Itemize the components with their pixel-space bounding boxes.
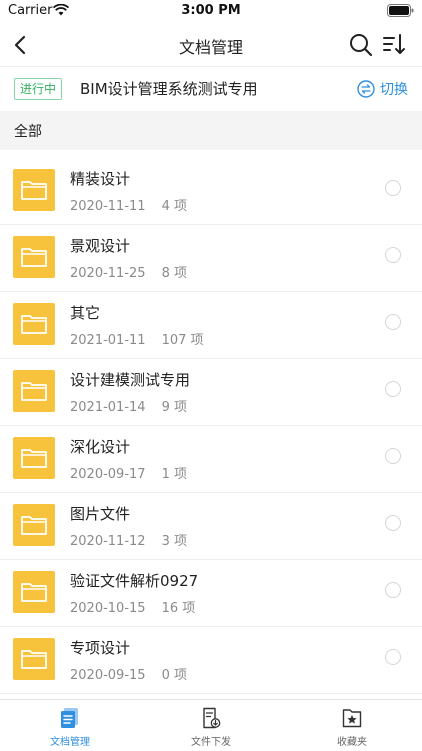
folder-icon [13,504,55,546]
folder-list-item[interactable]: 景观设计 2020-11-25 8 项 [0,225,422,292]
folder-name: 精装设计 [70,170,131,188]
tab-file-distribution[interactable]: 文件下发 [141,700,281,751]
select-radio[interactable] [385,180,401,196]
folder-icon [13,437,55,479]
folder-icon [13,370,55,412]
tab-label: 文件下发 [191,737,231,748]
sort-filter-icon[interactable] [381,32,407,58]
clock: 3:00 PM [181,3,241,18]
filter-bar[interactable]: 全部 [0,111,422,150]
switch-project-button[interactable]: 切换 [357,78,408,100]
select-radio[interactable] [385,314,401,330]
project-name: BIM设计管理系统测试专用 [80,80,258,98]
folder-list-item[interactable]: 验证文件解析0927 2020-10-15 16 项 [0,560,422,627]
navigation-bar: 文档管理 [0,24,422,67]
folder-icon [13,303,55,345]
folder-list-item[interactable]: 其它 2021-01-11 107 项 [0,292,422,359]
folder-item-count: 8 项 [161,266,187,281]
folder-item-count: 3 项 [161,534,187,549]
favorites-star-icon [342,709,362,728]
tab-label: 收藏夹 [337,737,367,748]
folder-item-count: 107 项 [161,333,204,348]
file-download-icon [203,707,221,729]
folder-list[interactable]: 精装设计 2020-11-11 4 项 景观设计 2020-11-25 8 项 其它… [0,158,422,698]
folder-list-item[interactable]: 设计建模测试专用 2021-01-14 9 项 [0,359,422,426]
project-bar: 进行中 BIM设计管理系统测试专用 切换 [0,67,422,111]
select-radio[interactable] [385,247,401,263]
folder-name: 专项设计 [70,639,131,657]
folder-meta: 2021-01-14 9 项 [70,396,187,415]
select-radio[interactable] [385,448,401,464]
folder-list-item[interactable]: 深化设计 2020-09-17 1 项 [0,426,422,493]
folder-date: 2020-09-17 [70,467,146,482]
battery-icon [387,4,414,17]
folder-item-count: 0 项 [161,668,187,683]
folder-name: 设计建模测试专用 [70,371,191,389]
tab-label: 文档管理 [50,737,90,748]
back-arrow-icon[interactable] [8,30,34,60]
folder-item-count: 1 项 [161,467,187,482]
folder-date: 2020-10-15 [70,601,146,616]
select-radio[interactable] [385,381,401,397]
project-status-badge: 进行中 [14,78,63,100]
folder-icon [13,638,55,680]
switch-arrows-icon [357,80,375,98]
folder-date: 2020-11-12 [70,534,146,549]
folder-meta: 2020-11-25 8 项 [70,262,187,281]
folder-name: 其它 [70,304,101,322]
select-radio[interactable] [385,582,401,598]
folder-name: 深化设计 [70,438,131,456]
tab-document-management[interactable]: 文档管理 [0,700,140,751]
folder-date: 2021-01-14 [70,400,146,415]
folder-name: 验证文件解析0927 [70,572,199,590]
folder-item-count: 4 项 [161,199,187,214]
filter-all-label: 全部 [14,124,42,140]
folder-date: 2020-09-15 [70,668,146,683]
document-list-icon [61,708,78,728]
folder-date: 2021-01-11 [70,333,146,348]
folder-meta: 2020-10-15 16 项 [70,597,195,616]
select-radio[interactable] [385,515,401,531]
select-radio[interactable] [385,649,401,665]
folder-meta: 2021-01-11 107 项 [70,329,204,348]
folder-item-count: 16 项 [161,601,196,616]
search-icon[interactable] [347,31,375,59]
tab-favorites[interactable]: 收藏夹 [282,700,422,751]
folder-date: 2020-11-25 [70,266,146,281]
folder-meta: 2020-09-17 1 项 [70,463,187,482]
status-bar: Carrier 3:00 PM [0,0,422,24]
folder-meta: 2020-09-15 0 项 [70,664,187,683]
folder-icon [13,169,55,211]
folder-list-item[interactable]: 图片文件 2020-11-12 3 项 [0,493,422,560]
switch-label: 切换 [380,82,408,98]
folder-meta: 2020-11-12 3 项 [70,530,187,549]
folder-list-item[interactable]: 精装设计 2020-11-11 4 项 [0,158,422,225]
folder-date: 2020-11-11 [70,199,146,214]
folder-icon [13,236,55,278]
folder-meta: 2020-11-11 4 项 [70,195,187,214]
folder-name: 景观设计 [70,237,131,255]
folder-item-count: 9 项 [161,400,187,415]
bottom-tab-bar: 文档管理 文件下发 收藏夹 [0,699,422,751]
folder-name: 图片文件 [70,505,131,523]
folder-icon [13,571,55,613]
folder-list-item[interactable]: 专项设计 2020-09-15 0 项 [0,627,422,694]
